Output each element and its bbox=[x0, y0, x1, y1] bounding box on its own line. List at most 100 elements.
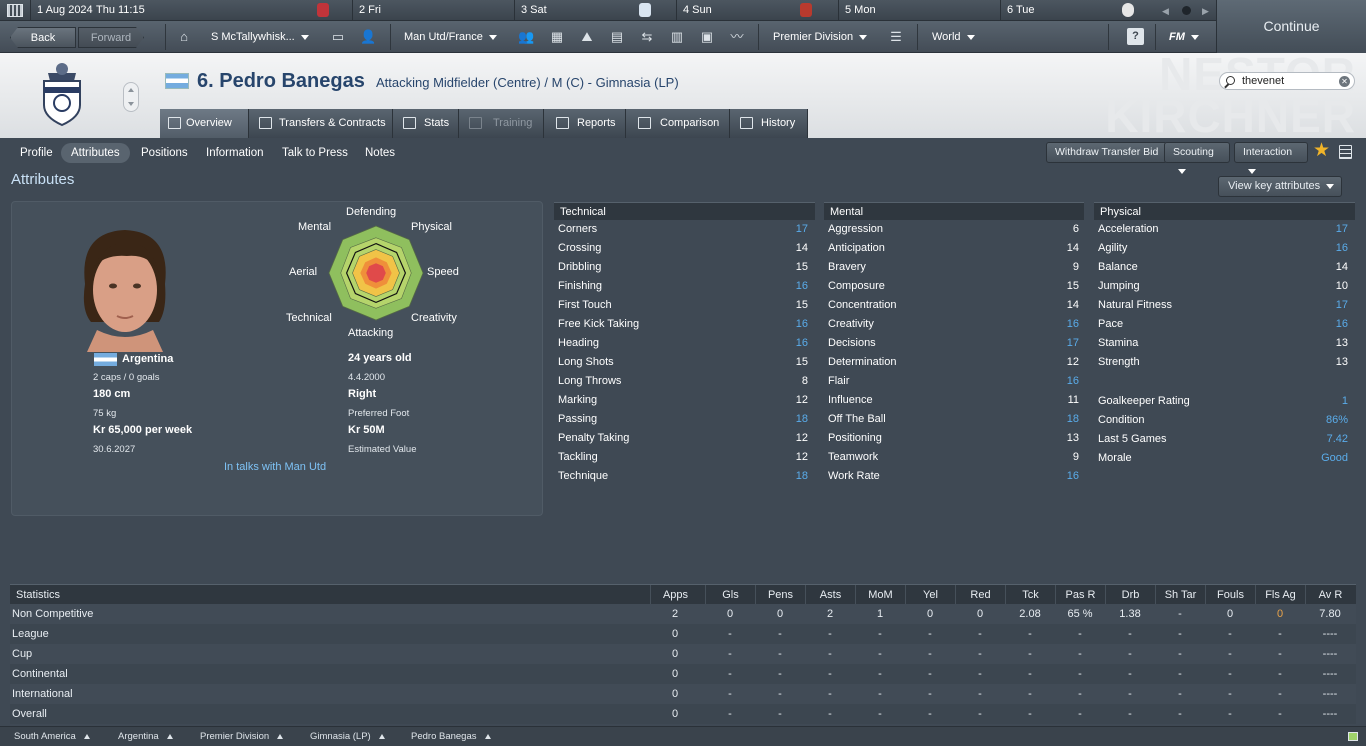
attribute-row[interactable]: Jumping 10 bbox=[1098, 277, 1348, 296]
calendar-day[interactable]: 4 Sun bbox=[676, 0, 838, 21]
fixture-crest-icon[interactable] bbox=[317, 3, 329, 17]
attribute-row[interactable]: Long Shots 15 bbox=[558, 353, 808, 372]
transfers-icon[interactable]: ⇆ bbox=[639, 30, 655, 44]
attribute-row[interactable]: Balance 14 bbox=[1098, 258, 1348, 277]
attribute-row[interactable]: Finishing 16 bbox=[558, 277, 808, 296]
attribute-row[interactable]: Teamwork 9 bbox=[828, 448, 1079, 467]
nationality[interactable]: Argentina bbox=[122, 353, 173, 365]
table-row[interactable]: Non Competitive 2 0 0 2 1 0 0 2.08 65 % 1.38 - 0 0 7.8… bbox=[10, 604, 1356, 624]
scouting-button[interactable]: Scouting bbox=[1164, 142, 1230, 174]
clear-search-icon[interactable]: ✕ bbox=[1339, 76, 1350, 87]
attribute-row[interactable]: Long Throws 8 bbox=[558, 372, 808, 391]
home-icon[interactable]: ⌂ bbox=[176, 30, 192, 44]
attribute-row[interactable]: Dribbling 15 bbox=[558, 258, 808, 277]
breadcrumb-item[interactable]: Pedro Banegas bbox=[411, 730, 491, 744]
status-indicator-icon[interactable] bbox=[1348, 732, 1358, 741]
schedule-icon[interactable]: ▤ bbox=[609, 30, 625, 44]
attribute-row[interactable]: Penalty Taking 12 bbox=[558, 429, 808, 448]
tab-overview[interactable]: Overview bbox=[160, 109, 249, 138]
subnav-talk-to-press[interactable]: Talk to Press bbox=[272, 143, 358, 163]
attribute-row[interactable]: First Touch 15 bbox=[558, 296, 808, 315]
table-row[interactable]: Overall 0- - - - - - - - - - - - ---- bbox=[10, 704, 1356, 724]
attribute-row[interactable]: Decisions 17 bbox=[828, 334, 1079, 353]
column-header[interactable]: Fouls bbox=[1205, 585, 1255, 605]
column-header[interactable]: Av R bbox=[1305, 585, 1355, 605]
add-note-icon[interactable] bbox=[1339, 145, 1352, 159]
tab-stats[interactable]: Stats bbox=[393, 109, 459, 138]
column-header[interactable]: Gls bbox=[705, 585, 755, 605]
shortlist-star-icon[interactable]: ★ bbox=[1313, 141, 1330, 161]
attribute-row[interactable]: Off The Ball 18 bbox=[828, 410, 1079, 429]
prev-arrow-icon[interactable]: ◀ bbox=[1162, 6, 1169, 17]
view-key-attributes-button[interactable]: View key attributes bbox=[1218, 176, 1342, 197]
column-header[interactable]: Apps bbox=[650, 585, 700, 605]
calendar-day[interactable]: 3 Sat bbox=[514, 0, 676, 21]
finances-icon[interactable]: ▣ bbox=[699, 30, 715, 44]
column-header[interactable]: Drb bbox=[1105, 585, 1155, 605]
column-header[interactable]: Tck bbox=[1005, 585, 1055, 605]
subnav-attributes[interactable]: Attributes bbox=[61, 143, 130, 163]
attribute-row[interactable]: Passing 18 bbox=[558, 410, 808, 429]
column-header[interactable]: Fls Ag bbox=[1255, 585, 1305, 605]
attribute-row[interactable]: Tackling 12 bbox=[558, 448, 808, 467]
attribute-row[interactable]: Creativity 16 bbox=[828, 315, 1079, 334]
manager-menu[interactable]: S McTallywhisk... bbox=[211, 27, 309, 48]
tab-training[interactable]: Training bbox=[459, 109, 544, 138]
attribute-row[interactable]: Crossing 14 bbox=[558, 239, 808, 258]
squad-icon[interactable]: 👥 bbox=[518, 30, 534, 44]
attribute-row[interactable]: Heading 16 bbox=[558, 334, 808, 353]
column-header[interactable]: Asts bbox=[805, 585, 855, 605]
breadcrumb-item[interactable]: Gimnasia (LP) bbox=[310, 730, 385, 744]
fixture-crest-icon[interactable] bbox=[1122, 3, 1134, 17]
subnav-notes[interactable]: Notes bbox=[355, 143, 405, 163]
subnav-profile[interactable]: Profile bbox=[10, 143, 63, 163]
column-header[interactable]: Sh Tar bbox=[1155, 585, 1205, 605]
back-button[interactable]: Back bbox=[10, 27, 76, 48]
attribute-row[interactable]: Acceleration 17 bbox=[1098, 220, 1348, 239]
attribute-row[interactable]: Work Rate 16 bbox=[828, 467, 1079, 486]
stats-icon[interactable]: 〰 bbox=[729, 30, 745, 44]
help-icon[interactable]: ? bbox=[1127, 28, 1144, 45]
attribute-row[interactable]: Corners 17 bbox=[558, 220, 808, 239]
subnav-positions[interactable]: Positions bbox=[131, 143, 198, 163]
tactics-icon[interactable]: ▦ bbox=[549, 30, 565, 44]
withdraw-transfer-bid-button[interactable]: Withdraw Transfer Bid bbox=[1046, 142, 1168, 163]
world-menu[interactable]: World bbox=[932, 27, 975, 48]
continue-button[interactable]: Continue bbox=[1216, 0, 1366, 53]
attribute-row[interactable]: Anticipation 14 bbox=[828, 239, 1079, 258]
competition-menu[interactable]: Premier Division bbox=[773, 27, 868, 48]
attribute-row[interactable]: Marking 12 bbox=[558, 391, 808, 410]
down-arrow-icon[interactable] bbox=[128, 102, 134, 106]
transfer-status[interactable]: In talks with Man Utd bbox=[224, 461, 326, 473]
tab-history[interactable]: History bbox=[730, 109, 808, 138]
up-arrow-icon[interactable] bbox=[128, 88, 134, 92]
attribute-row[interactable]: Technique 18 bbox=[558, 467, 808, 486]
today-dot-icon[interactable] bbox=[1182, 6, 1191, 15]
club-icon[interactable]: ▥ bbox=[669, 30, 685, 44]
column-header[interactable]: Pas R bbox=[1055, 585, 1105, 605]
player-updown-stepper[interactable] bbox=[123, 82, 139, 112]
training-icon[interactable]: ⛰ bbox=[579, 30, 595, 44]
attribute-row[interactable]: Composure 15 bbox=[828, 277, 1079, 296]
attribute-row[interactable]: Aggression 6 bbox=[828, 220, 1079, 239]
column-header[interactable]: Statistics bbox=[16, 585, 316, 605]
column-header[interactable]: Red bbox=[955, 585, 1005, 605]
attribute-row[interactable]: Determination 12 bbox=[828, 353, 1079, 372]
attribute-row[interactable]: Natural Fitness 17 bbox=[1098, 296, 1348, 315]
attribute-row[interactable]: Strength 13 bbox=[1098, 353, 1348, 372]
table-row[interactable]: League 0- - - - - - - - - - - - ---- bbox=[10, 624, 1356, 644]
attribute-row[interactable]: Agility 16 bbox=[1098, 239, 1348, 258]
calendar-day[interactable]: 5 Mon bbox=[838, 0, 1000, 21]
search-input[interactable]: thevenet ✕ bbox=[1219, 72, 1355, 90]
tab-comparison[interactable]: Comparison bbox=[626, 109, 730, 138]
fixture-crest-icon[interactable] bbox=[639, 3, 651, 17]
breadcrumb-item[interactable]: Argentina bbox=[118, 730, 173, 744]
forward-button[interactable]: Forward bbox=[78, 27, 144, 48]
calendar-day[interactable]: 2 Fri bbox=[352, 0, 514, 21]
column-header[interactable]: Yel bbox=[905, 585, 955, 605]
table-row[interactable]: International 0- - - - - - - - - - - - ---- bbox=[10, 684, 1356, 704]
attribute-row[interactable]: Bravery 9 bbox=[828, 258, 1079, 277]
inbox-icon[interactable]: ▭ bbox=[330, 30, 346, 44]
table-row[interactable]: Cup 0- - - - - - - - - - - - ---- bbox=[10, 644, 1356, 664]
attribute-row[interactable]: Influence 11 bbox=[828, 391, 1079, 410]
